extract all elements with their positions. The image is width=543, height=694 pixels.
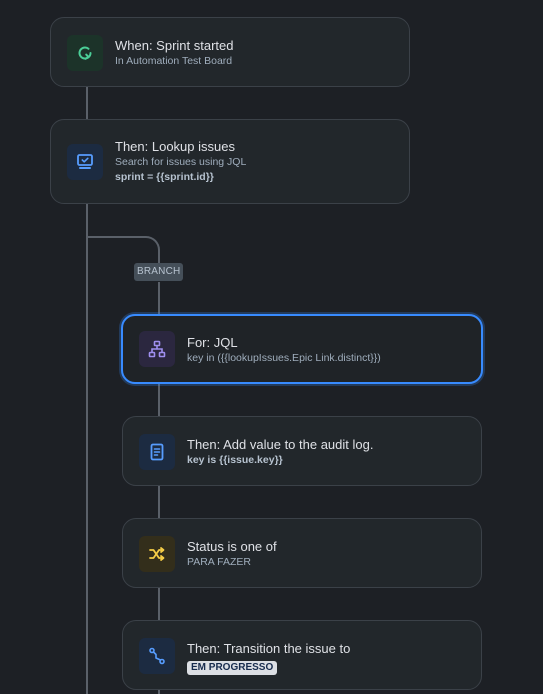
lookup-subtitle: Search for issues using JQL [115, 156, 247, 168]
refresh-icon [67, 35, 103, 71]
for-jql-card[interactable]: For: JQL key in ({{lookupIssues.Epic Lin… [121, 314, 483, 384]
connector-branch-elbow [87, 236, 160, 266]
trigger-card[interactable]: When: Sprint started In Automation Test … [50, 17, 410, 87]
audit-log-value: key is {{issue.key}} [187, 454, 283, 466]
transition-card[interactable]: Then: Transition the issue to EM PROGRES… [122, 620, 482, 690]
audit-log-title: Then: Add value to the audit log. [187, 437, 374, 452]
for-jql-query: key in ({{lookupIssues.Epic Link.distinc… [187, 352, 381, 364]
hierarchy-icon [139, 331, 175, 367]
lookup-title: Then: Lookup issues [115, 139, 235, 154]
transition-title: Then: Transition the issue to [187, 641, 351, 656]
condition-title: Status is one of [187, 539, 277, 554]
condition-status: PARA FAZER [187, 556, 251, 568]
path-icon [139, 638, 175, 674]
status-condition-card[interactable]: Status is one of PARA FAZER [122, 518, 482, 588]
status-lozenge: EM PROGRESSO [187, 661, 278, 675]
monitor-check-icon [67, 144, 103, 180]
branch-label: BRANCH [134, 263, 184, 281]
for-jql-title: For: JQL [187, 335, 238, 350]
lookup-issues-card[interactable]: Then: Lookup issues Search for issues us… [50, 119, 410, 204]
automation-canvas: When: Sprint started In Automation Test … [0, 0, 543, 694]
document-icon [139, 434, 175, 470]
trigger-title: When: Sprint started [115, 38, 234, 53]
trigger-subtitle: In Automation Test Board [115, 55, 233, 67]
shuffle-icon [139, 536, 175, 572]
lookup-jql: sprint = {{sprint.id}} [115, 171, 214, 183]
audit-log-card[interactable]: Then: Add value to the audit log. key is… [122, 416, 482, 486]
